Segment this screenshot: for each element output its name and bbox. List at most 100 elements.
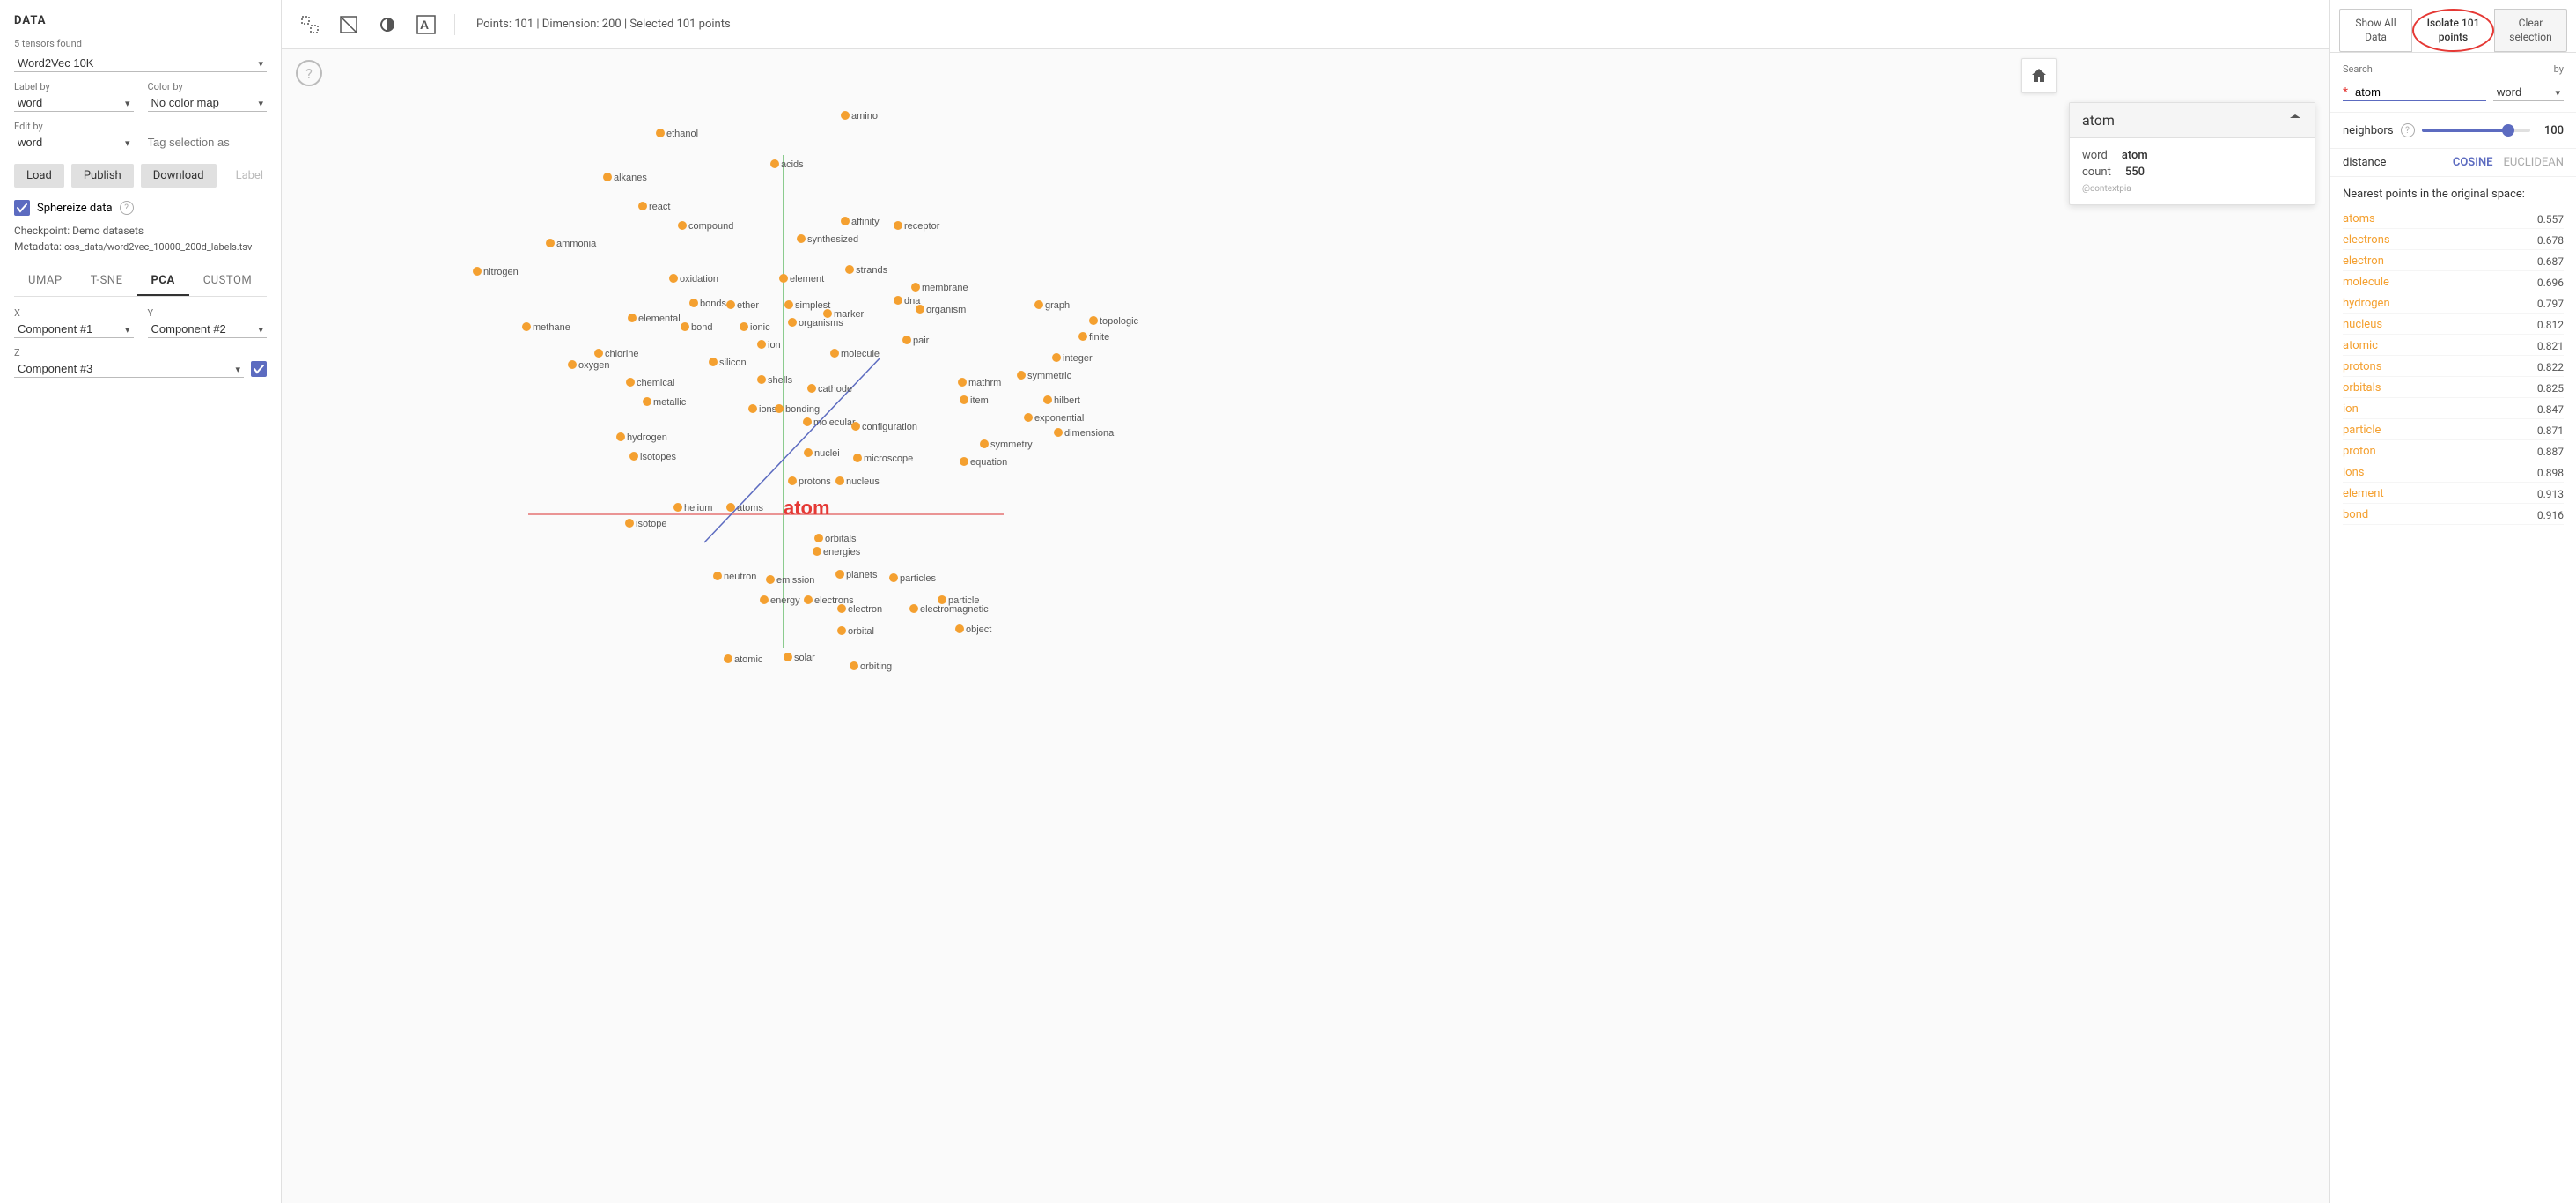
nearest-word[interactable]: element — [2343, 487, 2384, 500]
scatter-point[interactable]: graph — [1034, 300, 1070, 311]
scatter-point[interactable]: equation — [960, 457, 1007, 468]
nearest-word[interactable]: ions — [2343, 466, 2364, 479]
scatter-point[interactable]: compound — [678, 221, 733, 232]
color-by-dropdown-wrap[interactable]: No color map — [148, 94, 268, 112]
scatter-point[interactable]: energies — [813, 547, 861, 557]
sphereize-checkbox[interactable] — [14, 200, 30, 216]
by-dropdown-wrap[interactable]: word — [2493, 84, 2564, 101]
night-mode-icon[interactable] — [373, 11, 401, 39]
scatter-point[interactable]: object — [955, 624, 991, 635]
scatter-point[interactable]: chlorine — [594, 349, 639, 359]
scatter-point[interactable]: membrane — [911, 283, 968, 293]
scatter-point[interactable]: pair — [902, 336, 930, 346]
nearest-word[interactable]: particle — [2343, 424, 2381, 437]
info-collapse-icon[interactable] — [2288, 114, 2302, 128]
scatter-point[interactable]: solar — [784, 653, 815, 663]
label-by-dropdown[interactable]: word — [14, 94, 134, 112]
scatter-point[interactable]: chemical — [626, 378, 674, 388]
isolate-button[interactable]: Isolate 101 points — [2412, 9, 2494, 52]
tab-tsne[interactable]: T-SNE — [77, 267, 137, 296]
scatter-point[interactable]: element — [779, 274, 824, 284]
scatter-point[interactable]: microscope — [853, 454, 913, 464]
scatter-point[interactable]: hilbert — [1043, 395, 1080, 406]
scatter-point[interactable]: react — [638, 202, 670, 212]
scatter-point[interactable]: atomic — [724, 654, 763, 665]
scatter-point[interactable]: ions — [748, 404, 777, 415]
scatter-point[interactable]: ether — [726, 300, 759, 311]
nearest-word[interactable]: protons — [2343, 360, 2381, 373]
scatter-point[interactable]: dimensional — [1054, 428, 1116, 439]
scatter-point[interactable]: orbitals — [814, 534, 857, 544]
scatter-point[interactable]: orbiting — [850, 661, 892, 672]
y-axis-dropdown-wrap[interactable]: Component #2 — [148, 321, 268, 338]
nearest-word[interactable]: proton — [2343, 445, 2376, 458]
scatter-point[interactable]: organisms — [788, 318, 843, 328]
scatter-point[interactable]: bonds — [689, 299, 726, 309]
scatter-point[interactable]: simplest — [784, 300, 830, 311]
nearest-word[interactable]: atomic — [2343, 339, 2378, 352]
scatter-point[interactable]: isotopes — [629, 452, 676, 462]
scatter-point[interactable]: strands — [845, 265, 888, 276]
scatter-point[interactable]: shells — [757, 375, 793, 386]
text-labels-icon[interactable]: A — [412, 11, 440, 39]
nearest-word[interactable]: electron — [2343, 255, 2384, 268]
download-button[interactable]: Download — [141, 164, 217, 188]
scatter-point[interactable]: helium — [673, 503, 712, 513]
dataset-dropdown-wrap[interactable]: Word2Vec 10K — [14, 55, 267, 72]
show-all-data-button[interactable]: Show All Data — [2339, 9, 2412, 52]
scatter-point[interactable]: integer — [1052, 353, 1093, 364]
selection-rect-icon[interactable] — [296, 11, 324, 39]
scatter-point[interactable]: item — [960, 395, 989, 406]
scatter-point[interactable]: molecular — [803, 417, 856, 428]
z-axis-dropdown-wrap[interactable]: Component #3 — [14, 360, 244, 378]
publish-button[interactable]: Publish — [71, 164, 134, 188]
sphereize-help-icon[interactable]: ? — [120, 201, 134, 215]
scatter-point[interactable]: isotope — [625, 519, 666, 529]
scatter-point[interactable]: symmetric — [1017, 371, 1072, 381]
scatter-point[interactable]: nuclei — [804, 448, 840, 459]
scatter-point[interactable]: planets — [835, 570, 878, 580]
scatter-point[interactable]: nucleus — [835, 476, 880, 487]
scatter-point[interactable]: ion — [757, 340, 781, 351]
scatter-point[interactable]: ionic — [740, 322, 770, 333]
scatter-point[interactable]: nitrogen — [473, 267, 519, 277]
scatter-point[interactable]: dna — [894, 296, 921, 306]
home-button[interactable] — [2021, 58, 2057, 93]
z-axis-dropdown[interactable]: Component #3 — [14, 360, 244, 378]
scatter-point[interactable]: receptor — [894, 221, 940, 232]
label-by-dropdown-wrap[interactable]: word — [14, 94, 134, 112]
scatter-point[interactable]: cathode — [807, 384, 852, 395]
nearest-word[interactable]: electrons — [2343, 233, 2390, 247]
search-input[interactable] — [2352, 84, 2486, 100]
nearest-word[interactable]: nucleus — [2343, 318, 2382, 331]
euclidean-option[interactable]: EUCLIDEAN — [2504, 156, 2565, 169]
scatter-point[interactable]: bond — [681, 322, 712, 333]
nearest-word[interactable]: atoms — [2343, 212, 2375, 225]
edit-by-dropdown[interactable]: word — [14, 134, 134, 151]
scatter-point[interactable]: exponential — [1024, 413, 1084, 424]
scatter-point[interactable]: methane — [522, 322, 570, 333]
scatter-point[interactable]: bonding — [775, 404, 820, 415]
scatter-point[interactable]: particles — [889, 573, 936, 584]
scatter-point[interactable]: atom — [784, 497, 830, 519]
scatter-point[interactable]: affinity — [841, 217, 880, 227]
scatter-point[interactable]: mathrm — [958, 378, 1001, 388]
canvas-area[interactable]: ? ethanolaminoacidsalkanesaffinityrecept… — [282, 49, 2329, 1203]
scatter-point[interactable]: acids — [770, 159, 804, 170]
x-axis-dropdown[interactable]: Component #1 — [14, 321, 134, 338]
scatter-point[interactable]: electron — [837, 604, 882, 615]
tab-umap[interactable]: UMAP — [14, 267, 77, 296]
scatter-point[interactable]: amino — [841, 111, 878, 122]
nearest-word[interactable]: hydrogen — [2343, 297, 2390, 310]
scatter-plot[interactable]: ethanolaminoacidsalkanesaffinityreceptor… — [282, 49, 2329, 1203]
edit-by-dropdown-wrap[interactable]: word — [14, 134, 134, 151]
tag-selection-input[interactable] — [148, 134, 268, 151]
load-button[interactable]: Load — [14, 164, 64, 188]
x-axis-dropdown-wrap[interactable]: Component #1 — [14, 321, 134, 338]
search-input-wrap[interactable]: * — [2343, 84, 2486, 101]
color-by-dropdown[interactable]: No color map — [148, 94, 268, 112]
scatter-point[interactable]: alkanes — [603, 173, 647, 183]
scatter-point[interactable]: elemental — [628, 314, 681, 324]
nearest-word[interactable]: orbitals — [2343, 381, 2381, 395]
y-axis-dropdown[interactable]: Component #2 — [148, 321, 268, 338]
